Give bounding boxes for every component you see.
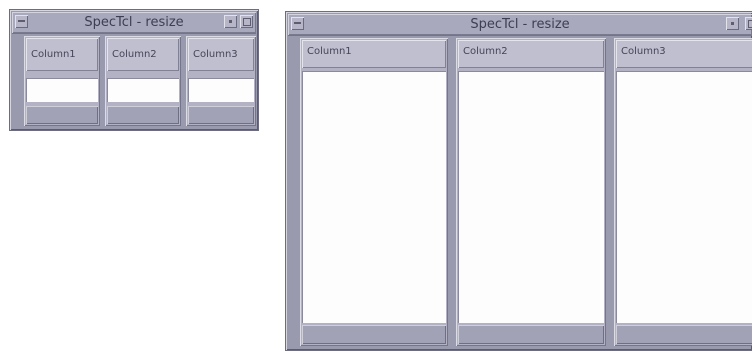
listbox-3[interactable]: [188, 78, 254, 102]
column-2: Column2: [456, 38, 606, 346]
column-1: Column1: [300, 38, 448, 346]
minimize-icon: [731, 22, 734, 25]
listbox-2[interactable]: [458, 71, 604, 323]
title-bar[interactable]: SpecTcl - resize: [12, 12, 256, 34]
maximize-button[interactable]: [240, 15, 253, 28]
scrollbar-2[interactable]: [458, 325, 604, 344]
minimize-button[interactable]: [224, 15, 237, 28]
column-3: Column3: [186, 36, 256, 126]
column-1: Column1: [24, 36, 100, 126]
scrollbar-2[interactable]: [107, 106, 179, 124]
column-header-3[interactable]: Column3: [188, 38, 254, 71]
scrollbar-3[interactable]: [616, 325, 752, 344]
listbox-1[interactable]: [302, 71, 446, 323]
column-header-1[interactable]: Column1: [302, 40, 446, 68]
window-body: Column1 Column2 Column3: [290, 38, 752, 346]
large-window: SpecTcl - resize Column1 Column2 Column3: [285, 11, 752, 351]
window-title: SpecTcl - resize: [84, 15, 184, 30]
column-header-3[interactable]: Column3: [616, 40, 752, 68]
small-window: SpecTcl - resize Column1 Column2 Column3: [9, 9, 259, 131]
listbox-1[interactable]: [26, 78, 98, 102]
minimize-icon: [229, 20, 232, 23]
window-body: Column1 Column2 Column3: [14, 36, 256, 126]
column-header-2[interactable]: Column2: [107, 38, 179, 71]
minimize-button[interactable]: [726, 17, 739, 30]
listbox-2[interactable]: [107, 78, 179, 102]
maximize-icon: [243, 18, 251, 26]
title-bar[interactable]: SpecTcl - resize: [288, 14, 752, 36]
scrollbar-1[interactable]: [26, 106, 98, 124]
scrollbar-3[interactable]: [188, 106, 254, 124]
column-3: Column3: [614, 38, 752, 346]
maximize-icon: [748, 20, 752, 28]
scrollbar-1[interactable]: [302, 325, 446, 344]
column-header-1[interactable]: Column1: [26, 38, 98, 71]
column-2: Column2: [105, 36, 181, 126]
listbox-3[interactable]: [616, 71, 752, 323]
window-title: SpecTcl - resize: [470, 17, 570, 32]
column-header-2[interactable]: Column2: [458, 40, 604, 68]
maximize-button[interactable]: [745, 17, 752, 30]
